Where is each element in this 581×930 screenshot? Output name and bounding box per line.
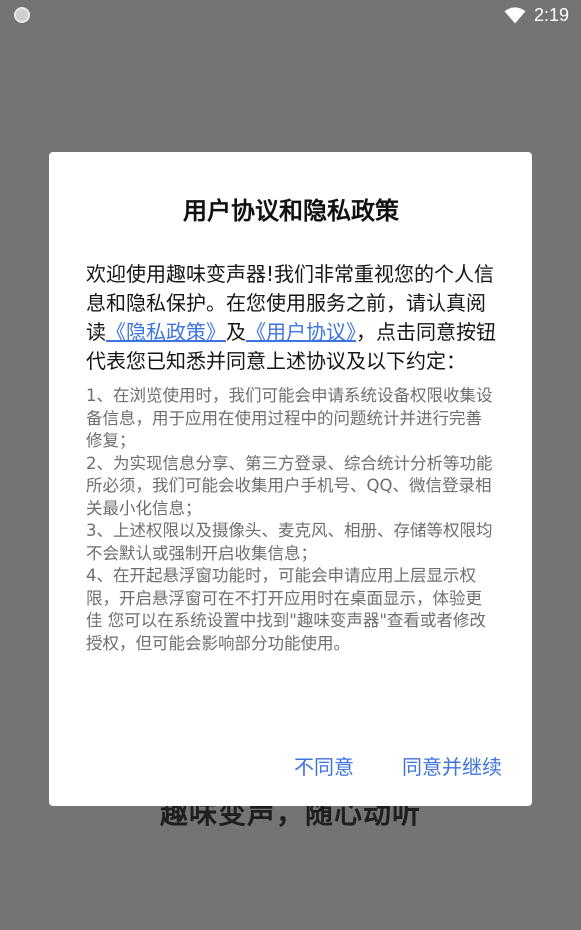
dialog-intro: 欢迎使用趣味变声器!我们非常重视您的个人信息和隐私保护。在您使用服务之前，请认真… bbox=[86, 260, 496, 376]
dialog-details: 1、在浏览使用时，我们可能会申请系统设备权限收集设备信息，用于应用在使用过程中的… bbox=[86, 385, 496, 655]
detail-item: 2、为实现信息分享、第三方登录、综合统计分析等功能所必须，我们可能会收集用户手机… bbox=[86, 453, 493, 518]
user-agreement-link[interactable]: 《用户协议》 bbox=[246, 320, 356, 344]
notification-dot-icon bbox=[14, 7, 30, 23]
status-time: 2:19 bbox=[533, 4, 569, 25]
status-right: 2:19 bbox=[504, 5, 569, 26]
detail-item: 4、在开起悬浮窗功能时，可能会申请应用上层显示权限，开启悬浮窗可在不打开应用时在… bbox=[86, 566, 486, 653]
agree-continue-button[interactable]: 同意并继续 bbox=[402, 751, 502, 780]
detail-item: 3、上述权限以及摄像头、麦克风、相册、存储等权限均不会默认或强制开启收集信息； bbox=[86, 521, 493, 563]
detail-item: 1、在浏览使用时，我们可能会申请系统设备权限收集设备信息，用于应用在使用过程中的… bbox=[86, 386, 493, 450]
status-bar: 2:19 bbox=[0, 0, 581, 30]
status-left bbox=[14, 7, 30, 23]
intro-text-and: 及 bbox=[226, 320, 246, 344]
wifi-icon bbox=[504, 6, 526, 23]
privacy-dialog: 用户协议和隐私政策 欢迎使用趣味变声器!我们非常重视您的个人信息和隐私保护。在您… bbox=[49, 152, 532, 806]
disagree-button[interactable]: 不同意 bbox=[294, 751, 354, 780]
privacy-policy-link[interactable]: 《隐私政策》 bbox=[106, 320, 226, 344]
dialog-actions: 不同意 同意并继续 bbox=[49, 751, 532, 780]
dialog-title: 用户协议和隐私政策 bbox=[183, 197, 399, 225]
